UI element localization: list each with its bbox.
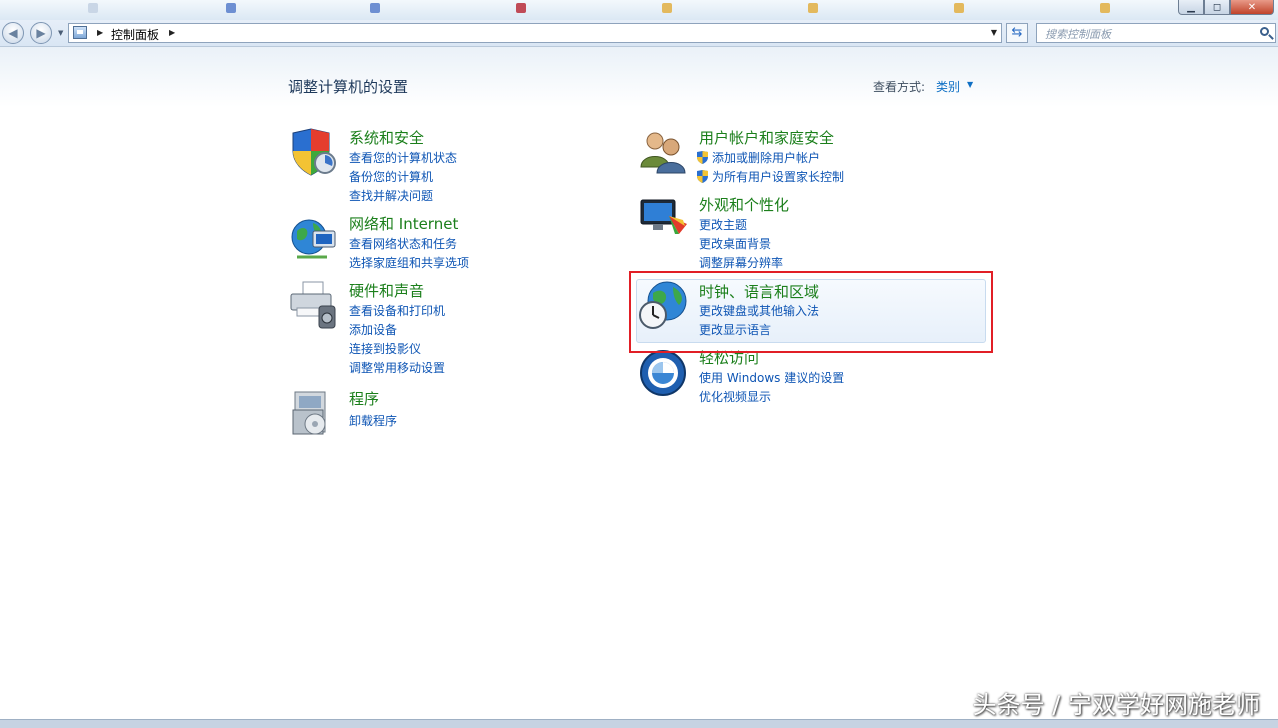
ghost-tab	[370, 3, 480, 17]
control-panel-icon	[73, 26, 87, 39]
watermark-text: 头条号 / 宁双学好网施老师	[973, 685, 1260, 720]
link-screen-resolution[interactable]: 调整屏幕分辨率	[699, 254, 783, 271]
breadcrumb-arrow-icon[interactable]: ▶	[97, 28, 103, 37]
programs-icon	[289, 388, 339, 438]
maximize-button[interactable]: ◻	[1204, 0, 1230, 15]
link-network-status[interactable]: 查看网络状态和任务	[349, 235, 457, 252]
monitor-paint-icon	[639, 194, 689, 244]
link-troubleshoot[interactable]: 查找并解决问题	[349, 187, 433, 204]
back-arrow-icon: ◀	[8, 26, 17, 40]
breadcrumb-control-panel[interactable]: 控制面板	[111, 26, 159, 43]
link-uninstall-program[interactable]: 卸载程序	[349, 412, 397, 429]
window-caption: ▁ ◻ ✕	[0, 0, 1278, 20]
category-title[interactable]: 用户帐户和家庭安全	[699, 127, 834, 148]
category-title[interactable]: 程序	[349, 388, 379, 409]
ghost-tab	[808, 3, 918, 17]
page-title: 调整计算机的设置	[288, 76, 408, 97]
window-controls: ▁ ◻ ✕	[1178, 0, 1274, 16]
close-button[interactable]: ✕	[1230, 0, 1274, 15]
printer-icon	[289, 280, 339, 330]
ghost-tab	[954, 3, 1064, 17]
ghost-tab	[88, 3, 188, 17]
link-mobility-settings[interactable]: 调整常用移动设置	[349, 359, 445, 376]
link-backup-computer[interactable]: 备份您的计算机	[349, 168, 433, 185]
link-connect-projector[interactable]: 连接到投影仪	[349, 340, 421, 357]
address-dropdown-icon[interactable]: ▼	[991, 28, 997, 37]
ghost-tab	[662, 3, 772, 17]
refresh-icon: ⇆	[1012, 25, 1023, 40]
users-icon	[639, 127, 689, 177]
category-title[interactable]: 硬件和声音	[349, 280, 424, 301]
forward-button[interactable]: ▶	[30, 22, 52, 44]
link-change-theme[interactable]: 更改主题	[699, 216, 747, 233]
view-by-dropdown[interactable]: 类别	[936, 78, 960, 95]
ghost-tab	[516, 3, 626, 17]
link-check-computer-status[interactable]: 查看您的计算机状态	[349, 149, 457, 166]
refresh-button[interactable]: ⇆	[1006, 23, 1028, 43]
link-recommended-settings[interactable]: 使用 Windows 建议的设置	[699, 369, 844, 386]
category-title[interactable]: 网络和 Internet	[349, 213, 458, 234]
ghost-tab	[1100, 3, 1160, 17]
search-icon[interactable]	[1260, 27, 1269, 36]
annotation-red-frame	[629, 271, 993, 353]
view-by-chevron-down-icon[interactable]: ▼	[967, 80, 973, 89]
link-add-remove-user[interactable]: 添加或删除用户帐户	[697, 149, 820, 166]
link-optimize-display[interactable]: 优化视频显示	[699, 388, 771, 405]
category-title[interactable]: 系统和安全	[349, 127, 424, 148]
ghost-tab	[226, 3, 346, 17]
network-globe-icon	[289, 213, 339, 263]
recent-pages-dropdown-icon[interactable]: ▼	[58, 29, 63, 37]
view-by-label: 查看方式:	[873, 78, 925, 95]
link-label[interactable]: 为所有用户设置家长控制	[712, 170, 844, 184]
back-button[interactable]: ◀	[2, 22, 24, 44]
link-label[interactable]: 添加或删除用户帐户	[712, 151, 820, 165]
uac-shield-icon	[697, 151, 708, 164]
shield-icon	[289, 127, 339, 177]
category-title[interactable]: 外观和个性化	[699, 194, 789, 215]
address-bar[interactable]: ▶ 控制面板 ▶ ▼	[68, 23, 1002, 43]
link-homegroup-sharing[interactable]: 选择家庭组和共享选项	[349, 254, 469, 271]
link-parental-controls[interactable]: 为所有用户设置家长控制	[697, 168, 844, 185]
link-add-device[interactable]: 添加设备	[349, 321, 397, 338]
minimize-button[interactable]: ▁	[1178, 0, 1204, 15]
navigation-bar: ◀ ▶ ▼ ▶ 控制面板 ▶ ▼ ⇆ 搜索控制面板	[0, 20, 1278, 47]
link-desktop-background[interactable]: 更改桌面背景	[699, 235, 771, 252]
forward-arrow-icon: ▶	[36, 26, 45, 40]
uac-shield-icon	[697, 170, 708, 183]
link-devices-printers[interactable]: 查看设备和打印机	[349, 302, 445, 319]
breadcrumb-arrow-icon[interactable]: ▶	[169, 28, 175, 37]
search-input[interactable]: 搜索控制面板	[1045, 26, 1111, 42]
ease-of-access-icon	[639, 347, 689, 397]
control-panel-content: 调整计算机的设置 查看方式: 类别 ▼ 系统和安全 查看您的计算机状态 备份您的…	[0, 47, 1278, 719]
search-box[interactable]: 搜索控制面板	[1036, 23, 1276, 43]
